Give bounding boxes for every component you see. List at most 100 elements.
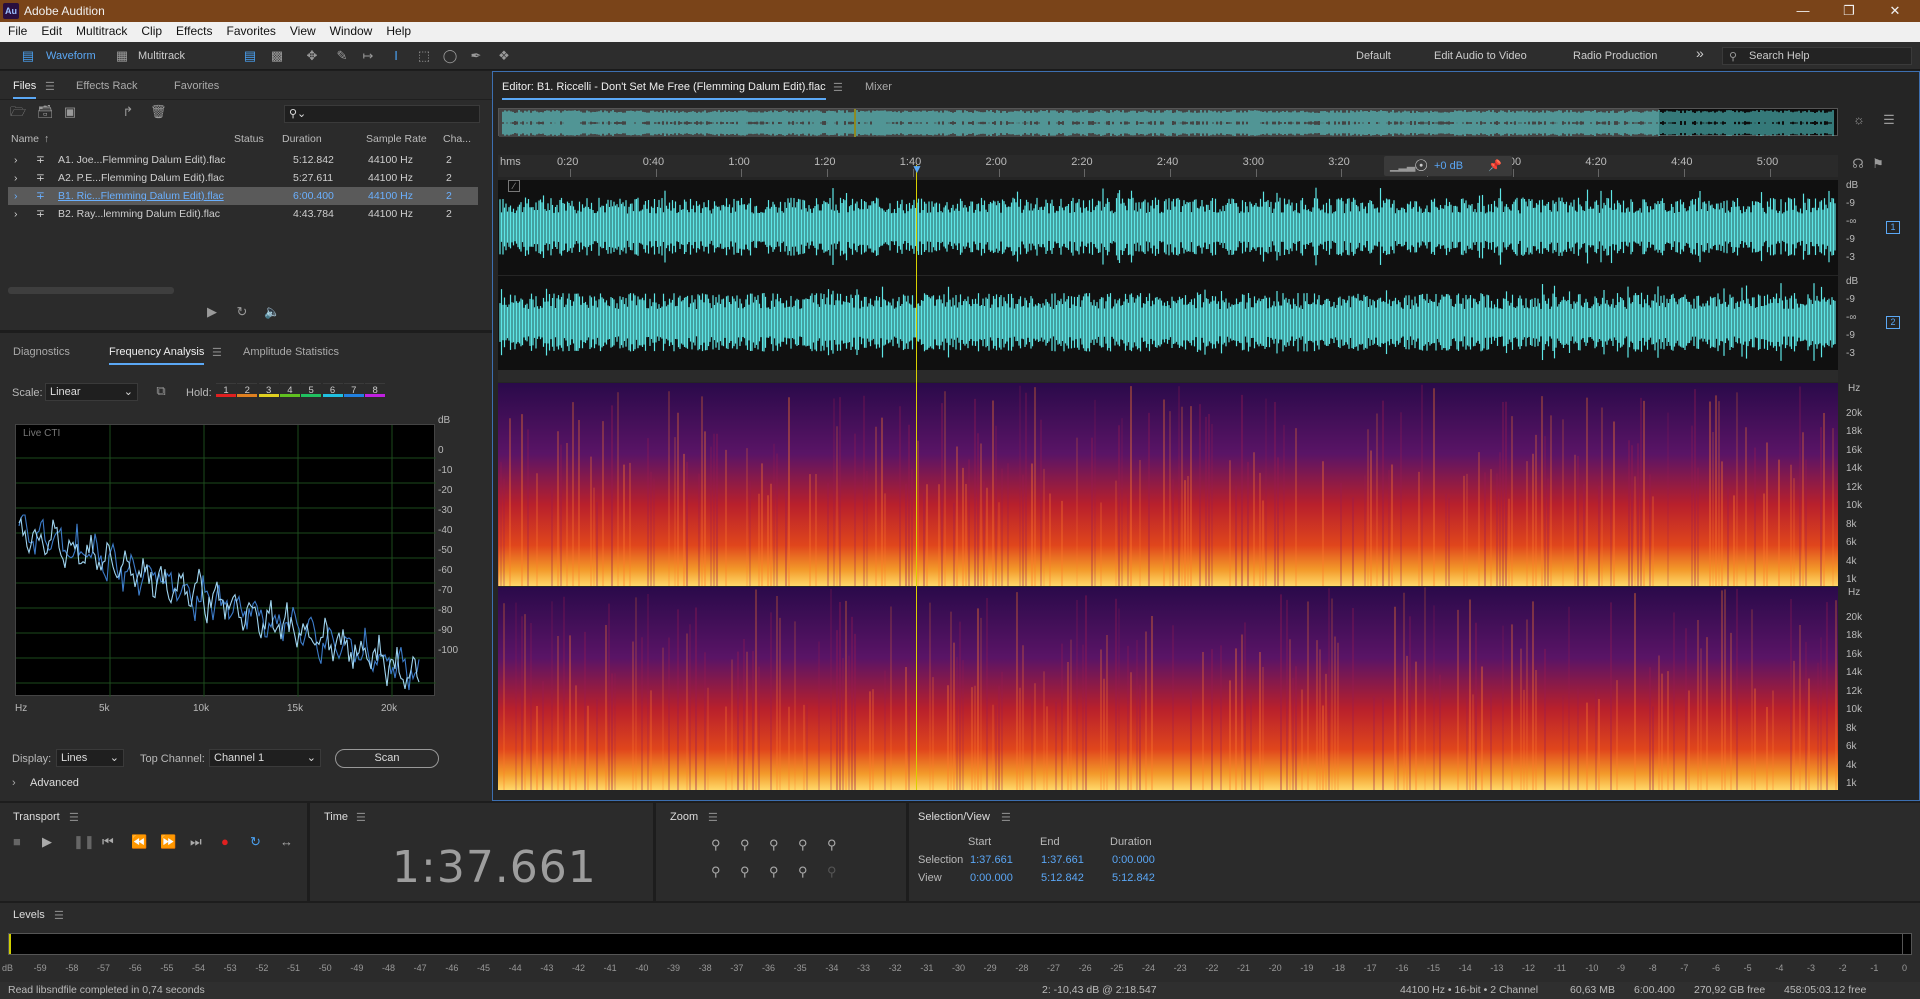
panel-menu-icon[interactable]: ☰	[356, 811, 366, 824]
menu-help[interactable]: Help	[378, 22, 417, 38]
menu-clip[interactable]: Clip	[133, 22, 168, 38]
column-status[interactable]: Status	[234, 133, 264, 145]
slip-tool-icon[interactable]: ↦	[360, 48, 376, 64]
selection-duration[interactable]: 0:00.000	[1112, 854, 1155, 866]
record-icon[interactable]: ●	[221, 834, 229, 849]
view-start[interactable]: 0:00.000	[970, 872, 1013, 884]
zoom-navigator-icon[interactable]: ☼	[1851, 112, 1867, 128]
column-channels[interactable]: Cha...	[443, 133, 471, 145]
workspace-radio-production[interactable]: Radio Production	[1573, 48, 1657, 64]
skip-selection-icon[interactable]: ↔	[280, 834, 293, 849]
waveform-channel-2[interactable]	[498, 276, 1838, 370]
spot-healing-tool-icon[interactable]: ❖	[496, 48, 512, 64]
import-file-icon[interactable]: 🗃	[37, 104, 54, 120]
hold-button-3[interactable]: 3	[258, 383, 279, 397]
scan-button[interactable]: Scan	[335, 749, 439, 768]
delete-file-icon[interactable]: 🗑	[150, 104, 167, 120]
spectral-display-icon[interactable]: ▩	[269, 48, 285, 64]
tab-frequency-analysis[interactable]: Frequency Analysis	[109, 346, 205, 365]
scale-dropdown[interactable]: Linear ⌄	[45, 383, 138, 401]
time-display[interactable]: 1:37.661	[392, 842, 597, 893]
channel-1-badge[interactable]: 1	[1886, 221, 1900, 234]
spectrogram-channel-2[interactable]	[498, 587, 1838, 790]
preview-loop-icon[interactable]: ↻	[234, 304, 250, 320]
zoom-out-amplitude-icon[interactable]: ⚲	[740, 837, 750, 853]
hold-button-6[interactable]: 6	[322, 383, 343, 397]
zoom-reset-icon[interactable]: ⚲	[827, 864, 837, 880]
move-tool-icon[interactable]: ✥	[304, 48, 320, 64]
column-name[interactable]: Name	[11, 133, 39, 145]
tab-files[interactable]: Files	[13, 80, 37, 99]
multitrack-button[interactable]: Multitrack	[138, 47, 185, 65]
tab-amplitude-statistics[interactable]: Amplitude Statistics	[243, 346, 339, 358]
brush-tool-icon[interactable]: ✒	[468, 48, 484, 64]
advanced-chevron-icon[interactable]: ›	[12, 777, 16, 789]
overview-options-icon[interactable]: ☰	[1881, 112, 1897, 128]
marker-pin-icon[interactable]: ⚑	[1870, 156, 1886, 172]
menu-view[interactable]: View	[282, 22, 322, 38]
loop-playback-icon[interactable]: ↻	[250, 834, 261, 850]
play-icon[interactable]: ▶	[42, 834, 52, 850]
fast-forward-icon[interactable]: ⏩	[160, 834, 176, 850]
waveform-display-icon[interactable]: ▤	[242, 48, 258, 64]
zoom-in-selection-icon[interactable]: ⚲	[711, 864, 721, 880]
display-dropdown[interactable]: Lines ⌄	[56, 749, 124, 767]
menu-file[interactable]: File	[0, 22, 33, 38]
pin-hud-icon[interactable]: 📌	[1488, 159, 1502, 172]
menu-multitrack[interactable]: Multitrack	[68, 22, 133, 38]
panel-menu-icon[interactable]: ☰	[54, 909, 64, 922]
zoom-in-time-icon[interactable]: ⚲	[769, 837, 779, 853]
preview-play-icon[interactable]: ▶	[204, 304, 220, 320]
spectrogram-channel-1[interactable]	[497, 383, 1838, 586]
file-row[interactable]: › ∓ A2. P.E...Flemming Dalum Edit).flac …	[8, 169, 478, 187]
hold-button-2[interactable]: 2	[237, 383, 258, 397]
new-file-icon[interactable]: ▣	[62, 104, 78, 120]
hold-button-8[interactable]: 8	[365, 383, 386, 397]
menu-edit[interactable]: Edit	[33, 22, 68, 38]
menu-effects[interactable]: Effects	[168, 22, 218, 38]
pause-icon[interactable]: ❚❚	[73, 834, 95, 850]
playhead-handle-icon[interactable]: ▼	[911, 162, 923, 176]
stop-icon[interactable]: ■	[13, 834, 21, 849]
view-duration[interactable]: 5:12.842	[1112, 872, 1155, 884]
open-file-icon[interactable]: 🗁	[10, 104, 26, 120]
zoom-in-right-icon[interactable]: ⚲	[798, 864, 808, 880]
go-to-start-icon[interactable]: ⏮	[102, 834, 114, 850]
tab-diagnostics[interactable]: Diagnostics	[13, 346, 70, 358]
preview-volume-icon[interactable]: 🔈	[264, 304, 280, 320]
zoom-in-left-icon[interactable]: ⚲	[769, 864, 779, 880]
zoom-out-full-icon[interactable]: ⚲	[827, 837, 837, 853]
panel-menu-icon[interactable]: ☰	[708, 811, 718, 824]
column-sample-rate[interactable]: Sample Rate	[366, 133, 427, 145]
file-row[interactable]: › ∓ B2. Ray...lemming Dalum Edit).flac 4…	[8, 205, 478, 223]
playhead-line[interactable]	[916, 165, 917, 790]
rewind-icon[interactable]: ⏪	[131, 834, 147, 850]
waveform-channel-1[interactable]	[498, 180, 1838, 275]
tab-editor[interactable]: Editor: B1. Riccelli - Don't Set Me Free…	[502, 81, 826, 100]
column-duration[interactable]: Duration	[282, 133, 322, 145]
hold-button-7[interactable]: 7	[343, 383, 364, 397]
expand-chevron-icon[interactable]: ›	[14, 154, 18, 166]
tab-favorites[interactable]: Favorites	[174, 80, 219, 92]
waveform-spectrum-divider[interactable]	[498, 370, 1838, 382]
close-icon[interactable]: ✕	[1872, 2, 1918, 20]
clip-indicator[interactable]	[1902, 934, 1911, 954]
file-row[interactable]: › ∓ B1. Ric...Flemming Dalum Edit).flac …	[8, 187, 478, 205]
expand-chevron-icon[interactable]: ›	[14, 190, 18, 202]
snap-icon[interactable]: ☊	[1850, 156, 1866, 172]
files-search-input[interactable]: ⚲⌄	[284, 105, 480, 123]
more-workspaces-icon[interactable]: »	[1696, 45, 1704, 61]
top-channel-dropdown[interactable]: Channel 1 ⌄	[209, 749, 321, 767]
view-end[interactable]: 5:12.842	[1041, 872, 1084, 884]
panel-menu-icon[interactable]: ☰	[833, 81, 843, 94]
hold-button-5[interactable]: 5	[301, 383, 322, 397]
expand-chevron-icon[interactable]: ›	[14, 208, 18, 220]
channel-mute-icon[interactable]: ∕	[508, 180, 520, 192]
expand-chevron-icon[interactable]: ›	[14, 172, 18, 184]
tab-effects-rack[interactable]: Effects Rack	[76, 80, 138, 92]
insert-into-multitrack-icon[interactable]: ↱	[120, 104, 136, 120]
workspace-default[interactable]: Default	[1356, 48, 1391, 64]
maximize-icon[interactable]: ❐	[1826, 2, 1872, 20]
horizontal-scrollbar[interactable]	[8, 287, 174, 294]
zoom-to-selection-icon[interactable]: ⚲	[740, 864, 750, 880]
